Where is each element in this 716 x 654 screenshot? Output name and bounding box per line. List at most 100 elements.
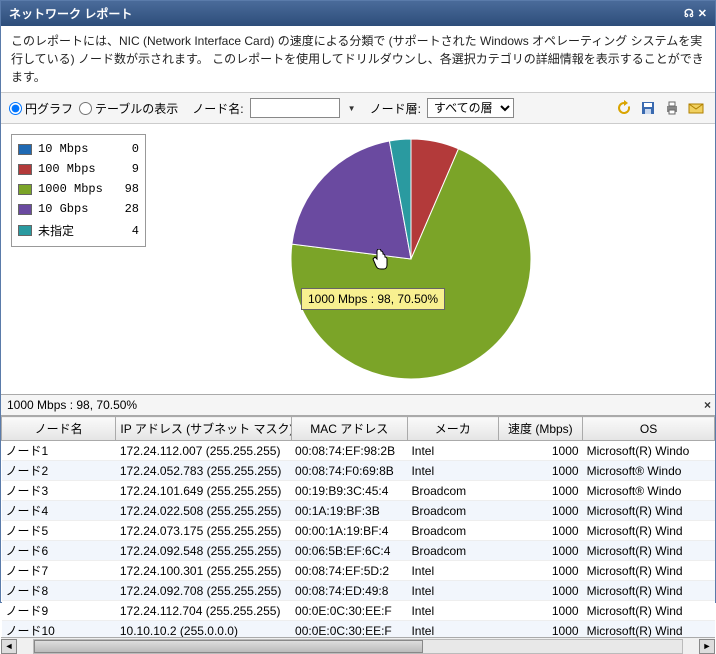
- cell-mac: 00:08:74:F0:69:8B: [291, 461, 407, 481]
- email-button[interactable]: [685, 97, 707, 119]
- radio-table-input[interactable]: [79, 102, 92, 115]
- pie-chart[interactable]: [281, 129, 541, 389]
- cell-maker: Broadcom: [407, 521, 498, 541]
- cell-mac: 00:0E:0C:30:EE:F: [291, 621, 407, 638]
- legend-label: 10 Mbps: [38, 142, 113, 156]
- col-ip[interactable]: IP アドレス (サブネット マスク): [116, 417, 291, 441]
- table-row[interactable]: ノード1172.24.112.007 (255.255.255)00:08:74…: [2, 441, 715, 461]
- table-row[interactable]: ノード3172.24.101.649 (255.255.255)00:19:B9…: [2, 481, 715, 501]
- cell-os: Microsoft® Windo: [583, 481, 715, 501]
- table-row[interactable]: ノード4172.24.022.508 (255.255.255)00:1A:19…: [2, 501, 715, 521]
- radio-pie-input[interactable]: [9, 102, 22, 115]
- data-grid[interactable]: ノード名 IP アドレス (サブネット マスク) MAC アドレス メーカ 速度…: [1, 415, 715, 637]
- cell-node: ノード6: [2, 541, 116, 561]
- cell-node: ノード4: [2, 501, 116, 521]
- table-row[interactable]: ノード7172.24.100.301 (255.255.255)00:08:74…: [2, 561, 715, 581]
- chart-area: 10 Mbps0100 Mbps91000 Mbps9810 Gbps28未指定…: [1, 124, 715, 394]
- cell-os: Microsoft(R) Wind: [583, 521, 715, 541]
- close-icon[interactable]: ✕: [698, 7, 707, 20]
- node-layer-select[interactable]: すべての層: [427, 98, 514, 118]
- node-layer-label: ノード層:: [370, 100, 421, 117]
- cell-ip: 172.24.112.704 (255.255.255): [116, 601, 291, 621]
- legend-swatch: [18, 144, 32, 155]
- cell-os: Microsoft(R) Wind: [583, 501, 715, 521]
- cell-mac: 00:1A:19:BF:3B: [291, 501, 407, 521]
- chart-legend: 10 Mbps0100 Mbps91000 Mbps9810 Gbps28未指定…: [11, 134, 146, 247]
- scroll-thumb[interactable]: [34, 640, 423, 653]
- cell-mac: 00:19:B9:3C:45:4: [291, 481, 407, 501]
- radio-table[interactable]: テーブルの表示: [79, 100, 178, 117]
- cell-node: ノード7: [2, 561, 116, 581]
- titlebar-controls: ☊ ✕: [684, 7, 707, 20]
- scroll-left-button[interactable]: ◄: [1, 639, 17, 654]
- report-description: このレポートには、NIC (Network Interface Card) の速…: [1, 26, 715, 92]
- legend-label: 10 Gbps: [38, 202, 113, 216]
- cell-mac: 00:06:5B:EF:6C:4: [291, 541, 407, 561]
- cell-maker: Intel: [407, 581, 498, 601]
- col-mac[interactable]: MAC アドレス: [291, 417, 407, 441]
- cell-ip: 172.24.112.007 (255.255.255): [116, 441, 291, 461]
- legend-swatch: [18, 225, 32, 236]
- col-node[interactable]: ノード名: [2, 417, 116, 441]
- print-button[interactable]: [661, 97, 683, 119]
- cell-os: Microsoft® Windo: [583, 461, 715, 481]
- cell-speed: 1000: [498, 481, 582, 501]
- table-row[interactable]: ノード2172.24.052.783 (255.255.255)00:08:74…: [2, 461, 715, 481]
- cell-mac: 00:00:1A:19:BF:4: [291, 521, 407, 541]
- cell-ip: 10.10.10.2 (255.0.0.0): [116, 621, 291, 638]
- cell-ip: 172.24.101.649 (255.255.255): [116, 481, 291, 501]
- cell-maker: Intel: [407, 561, 498, 581]
- table-caption: 1000 Mbps : 98, 70.50%: [7, 398, 137, 412]
- cell-node: ノード3: [2, 481, 116, 501]
- legend-item[interactable]: 10 Gbps28: [18, 199, 139, 219]
- window-title: ネットワーク レポート: [9, 5, 132, 22]
- col-maker[interactable]: メーカ: [407, 417, 498, 441]
- cell-mac: 00:08:74:EF:98:2B: [291, 441, 407, 461]
- cell-os: Microsoft(R) Windo: [583, 441, 715, 461]
- save-button[interactable]: [637, 97, 659, 119]
- cell-os: Microsoft(R) Wind: [583, 601, 715, 621]
- table-row[interactable]: ノード9172.24.112.704 (255.255.255)00:0E:0C…: [2, 601, 715, 621]
- legend-item[interactable]: 未指定 4: [18, 219, 139, 242]
- col-os[interactable]: OS: [583, 417, 715, 441]
- scroll-track[interactable]: [33, 639, 683, 654]
- cell-ip: 172.24.073.175 (255.255.255): [116, 521, 291, 541]
- horizontal-scrollbar[interactable]: ◄ ►: [1, 637, 715, 654]
- cell-mac: 00:0E:0C:30:EE:F: [291, 601, 407, 621]
- cell-node: ノード2: [2, 461, 116, 481]
- table-row[interactable]: ノード8172.24.092.708 (255.255.255)00:08:74…: [2, 581, 715, 601]
- scroll-right-button[interactable]: ►: [699, 639, 715, 654]
- refresh-button[interactable]: [613, 97, 635, 119]
- cell-maker: Intel: [407, 621, 498, 638]
- legend-label: 1000 Mbps: [38, 182, 113, 196]
- col-speed[interactable]: 速度 (Mbps): [498, 417, 582, 441]
- cell-node: ノード1: [2, 441, 116, 461]
- legend-item[interactable]: 1000 Mbps98: [18, 179, 139, 199]
- cell-speed: 1000: [498, 621, 582, 638]
- cell-node: ノード8: [2, 581, 116, 601]
- legend-swatch: [18, 204, 32, 215]
- cell-maker: Intel: [407, 601, 498, 621]
- table-row[interactable]: ノード6172.24.092.548 (255.255.255)00:06:5B…: [2, 541, 715, 561]
- legend-value: 4: [119, 224, 139, 238]
- radio-pie[interactable]: 円グラフ: [9, 100, 73, 117]
- cell-ip: 172.24.092.708 (255.255.255): [116, 581, 291, 601]
- cell-speed: 1000: [498, 501, 582, 521]
- legend-swatch: [18, 184, 32, 195]
- cell-speed: 1000: [498, 601, 582, 621]
- legend-value: 0: [119, 142, 139, 156]
- chart-tooltip: 1000 Mbps : 98, 70.50%: [301, 288, 445, 310]
- chevron-down-icon[interactable]: ▼: [348, 104, 356, 113]
- legend-item[interactable]: 100 Mbps9: [18, 159, 139, 179]
- node-name-label: ノード名:: [192, 100, 243, 117]
- legend-item[interactable]: 10 Mbps 0: [18, 139, 139, 159]
- node-name-input[interactable]: [250, 98, 340, 118]
- table-body: ノード1172.24.112.007 (255.255.255)00:08:74…: [2, 441, 715, 638]
- table-row[interactable]: ノード1010.10.10.2 (255.0.0.0)00:0E:0C:30:E…: [2, 621, 715, 638]
- table-close-icon[interactable]: ×: [704, 398, 711, 412]
- collapse-icon[interactable]: ☊: [684, 7, 694, 20]
- table-row[interactable]: ノード5172.24.073.175 (255.255.255)00:00:1A…: [2, 521, 715, 541]
- legend-label: 未指定: [38, 222, 113, 239]
- cell-node: ノード5: [2, 521, 116, 541]
- cell-os: Microsoft(R) Wind: [583, 561, 715, 581]
